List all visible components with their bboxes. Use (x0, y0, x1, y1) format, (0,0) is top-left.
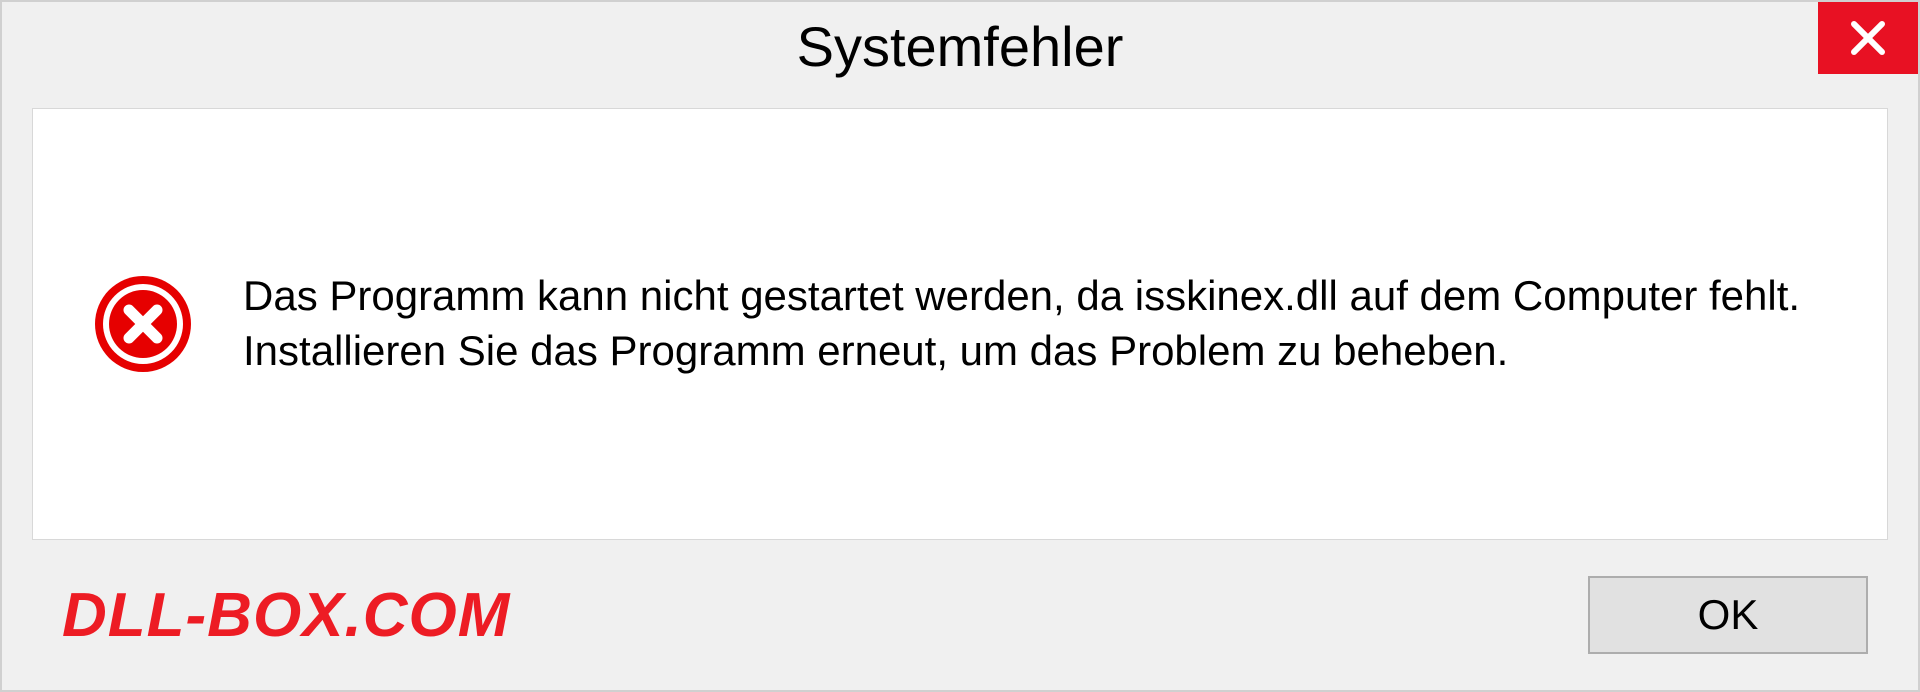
error-message: Das Programm kann nicht gestartet werden… (243, 269, 1827, 378)
dialog-title: Systemfehler (797, 14, 1124, 79)
error-dialog: Systemfehler Das Programm kann nicht ges… (0, 0, 1920, 692)
close-button[interactable] (1818, 2, 1918, 74)
watermark-text: DLL-BOX.COM (62, 580, 510, 651)
content-panel: Das Programm kann nicht gestartet werden… (32, 108, 1888, 540)
ok-button[interactable]: OK (1588, 576, 1868, 654)
error-circle-icon (93, 274, 193, 374)
close-icon (1848, 18, 1888, 58)
dialog-footer: DLL-BOX.COM OK (2, 540, 1918, 690)
titlebar: Systemfehler (2, 2, 1918, 90)
